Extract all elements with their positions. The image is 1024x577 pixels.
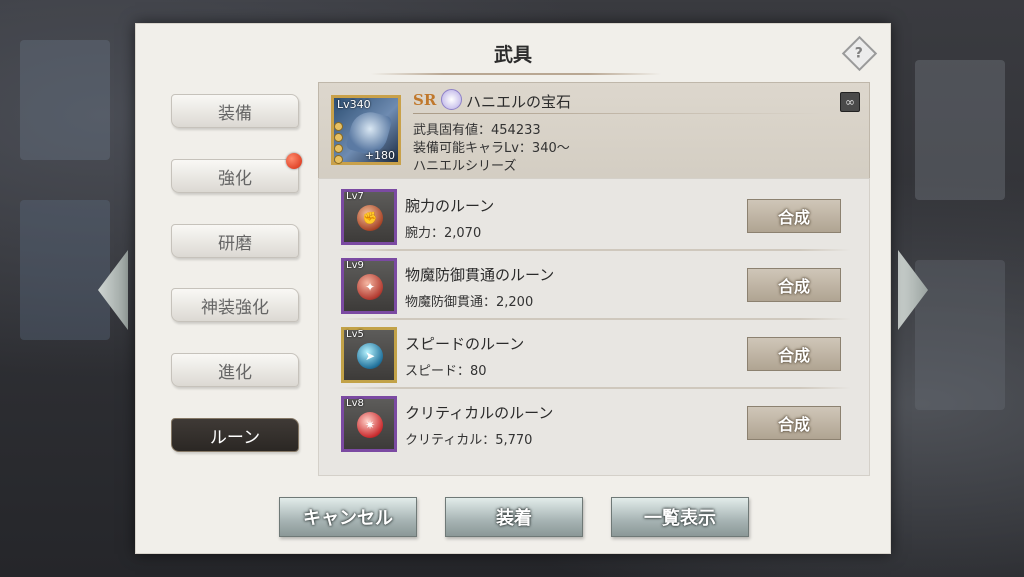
question-mark: ? xyxy=(854,45,864,61)
list-item: Lv5 ➤ スピードのルーン スピード：80 合成 xyxy=(319,320,871,389)
tab-equip[interactable]: 装備 xyxy=(171,94,299,128)
fuse-button[interactable]: 合成 xyxy=(747,268,841,302)
rune-slot[interactable]: Lv8 ✷ xyxy=(341,396,397,452)
list-view-button[interactable]: 一覧表示 xyxy=(611,497,749,537)
background-tile xyxy=(915,60,1005,200)
fuse-button[interactable]: 合成 xyxy=(747,406,841,440)
rune-level: Lv7 xyxy=(346,191,364,202)
speed-icon: ➤ xyxy=(357,343,383,369)
critical-icon: ✷ xyxy=(357,412,383,438)
weapon-level: Lv340 xyxy=(337,98,371,111)
rune-level: Lv5 xyxy=(346,329,364,340)
rune-name: 腕力のルーン xyxy=(405,197,495,215)
rune-name: スピードのルーン xyxy=(405,335,525,353)
help-button[interactable]: ? xyxy=(841,35,877,71)
tab-enhance[interactable]: 強化 xyxy=(171,159,299,193)
background-tile xyxy=(20,200,110,340)
help-diamond-icon: ? xyxy=(841,35,877,71)
pierce-icon: ✦ xyxy=(357,274,383,300)
weapon-thumbnail[interactable]: Lv340 +180 xyxy=(331,95,401,165)
weapon-base-value: 武具固有値：454233 xyxy=(413,123,541,138)
rune-slot[interactable]: Lv7 ✊ xyxy=(341,189,397,245)
list-item: Lv7 ✊ 腕力のルーン 腕力：2,070 合成 xyxy=(319,182,871,251)
rune-name: 物魔防御貫通のルーン xyxy=(405,266,555,284)
rune-list: Lv7 ✊ 腕力のルーン 腕力：2,070 合成 Lv9 ✦ 物魔防御貫通のルー… xyxy=(318,178,870,476)
weapon-dialog: 武具 ? 装備 強化 研磨 神装強化 進化 ルーン Lv340 +180 SR … xyxy=(135,23,891,554)
rarity-label: SR xyxy=(413,91,437,109)
equip-button[interactable]: 装着 xyxy=(445,497,583,537)
rune-stat: 物魔防御貫通：2,200 xyxy=(405,295,534,310)
rune-name: クリティカルのルーン xyxy=(405,404,554,422)
name-divider xyxy=(413,113,823,114)
title-divider xyxy=(371,73,661,75)
background-tile xyxy=(20,40,110,160)
list-item: Lv8 ✷ クリティカルのルーン クリティカル：5,770 合成 xyxy=(319,389,871,458)
rune-level: Lv8 xyxy=(346,398,364,409)
weapon-series: ハニエルシリーズ xyxy=(413,159,517,174)
notification-badge xyxy=(286,153,302,169)
slot-indicators xyxy=(334,122,344,164)
character-icon xyxy=(441,89,462,110)
tab-divine-enhance[interactable]: 神装強化 xyxy=(171,288,299,322)
tab-evolve[interactable]: 進化 xyxy=(171,353,299,387)
list-item: Lv9 ✦ 物魔防御貫通のルーン 物魔防御貫通：2,200 合成 xyxy=(319,251,871,320)
weapon-equip-level: 装備可能キャラLv：340～ xyxy=(413,141,570,156)
weapon-name: ハニエルの宝石 xyxy=(466,93,572,111)
rune-stat: クリティカル：5,770 xyxy=(405,433,533,448)
series-link-icon[interactable]: ∞ xyxy=(840,92,860,112)
background-tile xyxy=(915,260,1005,410)
tab-polish[interactable]: 研磨 xyxy=(171,224,299,258)
dialog-title: 武具 xyxy=(493,44,532,66)
fuse-button[interactable]: 合成 xyxy=(747,337,841,371)
cancel-button[interactable]: キャンセル xyxy=(279,497,417,537)
rune-slot[interactable]: Lv9 ✦ xyxy=(341,258,397,314)
fuse-button[interactable]: 合成 xyxy=(747,199,841,233)
rune-level: Lv9 xyxy=(346,260,364,271)
rune-stat: 腕力：2,070 xyxy=(405,226,482,241)
tab-rune[interactable]: ルーン xyxy=(171,418,299,452)
fist-icon: ✊ xyxy=(357,205,383,231)
weapon-plus: +180 xyxy=(364,149,395,162)
rune-stat: スピード：80 xyxy=(405,364,487,379)
rune-slot[interactable]: Lv5 ➤ xyxy=(341,327,397,383)
